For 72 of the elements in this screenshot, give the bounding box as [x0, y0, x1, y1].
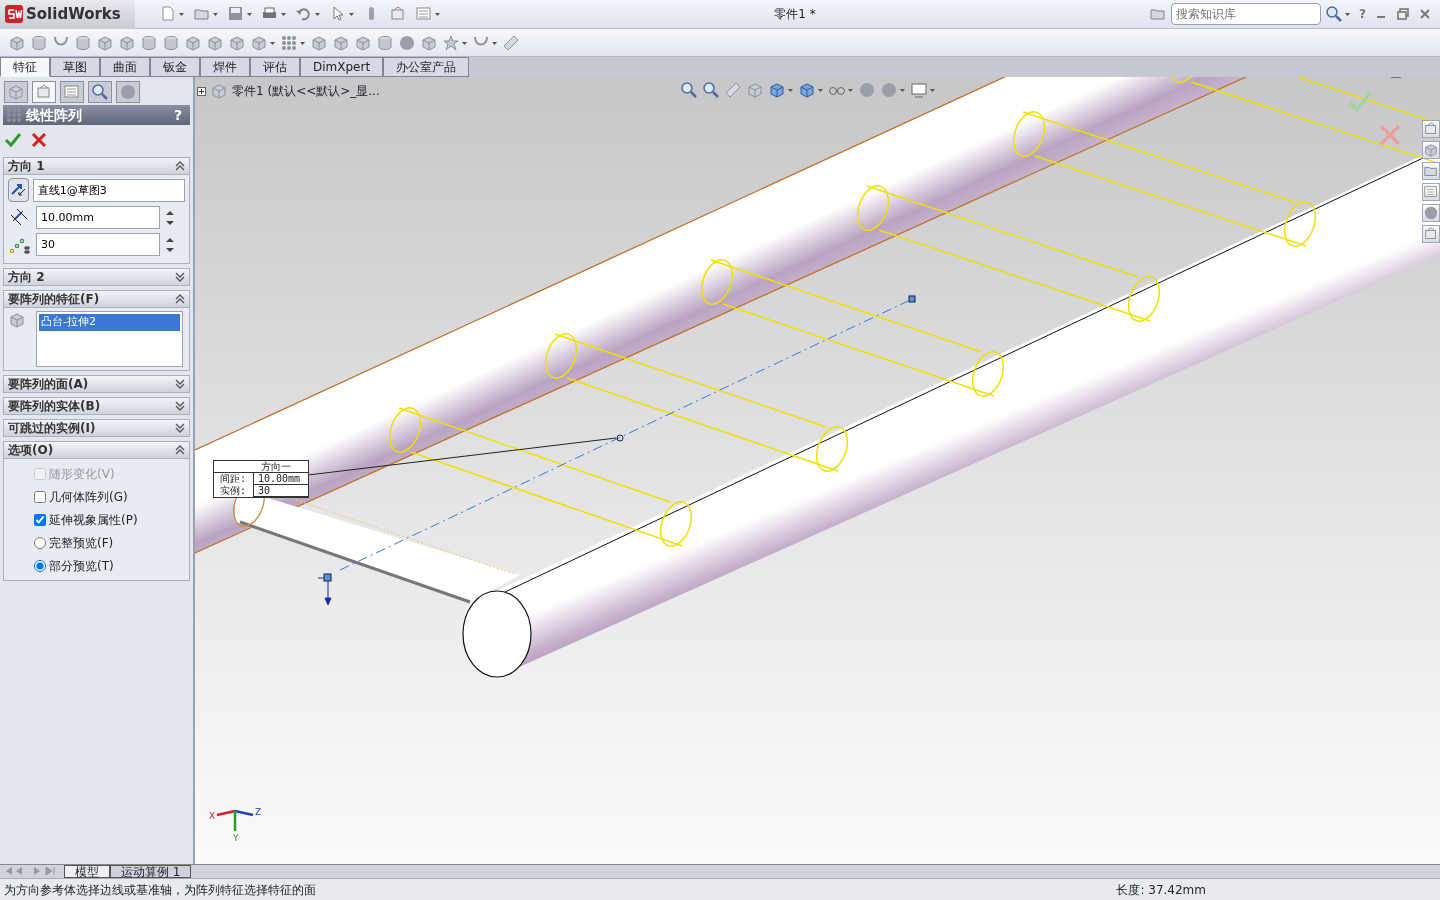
collapse-chevron-icon[interactable] — [175, 445, 185, 455]
checkbox-label: 延伸视象属性(P) — [49, 511, 138, 529]
callout-value[interactable]: 10.00mm — [254, 473, 308, 485]
zoom-area-icon[interactable] — [702, 81, 720, 99]
property-manager-icon[interactable] — [32, 81, 56, 103]
undo-icon[interactable] — [295, 5, 321, 23]
checkbox-label: 随形变化(V) — [49, 465, 115, 483]
callout-title: 方向一 — [214, 461, 308, 473]
length-readout: 长度: 37.42mm — [1116, 881, 1206, 899]
instances-field[interactable]: 30 — [36, 233, 160, 256]
close-icon[interactable] — [1418, 7, 1432, 21]
section-title[interactable]: 方向 1 — [8, 157, 45, 175]
list-icon[interactable] — [415, 5, 441, 23]
command-tab[interactable]: 评估 — [250, 57, 300, 77]
command-tab[interactable]: 曲面 — [100, 57, 150, 77]
feature-list[interactable]: 凸台-拉伸2 — [36, 311, 183, 367]
direction-button[interactable] — [8, 178, 29, 202]
reference-field[interactable]: 直线1@草图3 — [32, 178, 185, 202]
spacing-field[interactable]: 10.00mm — [36, 206, 160, 229]
zoom-to-fit-icon[interactable] — [680, 81, 698, 99]
feature-tree-label[interactable]: 零件1 (默认<<默认>_显... — [232, 82, 380, 100]
command-tab[interactable]: 特征 — [0, 57, 50, 77]
reference-geometry-icon[interactable] — [442, 33, 468, 52]
restore-icon[interactable] — [1396, 7, 1410, 21]
help-button[interactable]: ? — [173, 104, 182, 126]
linear-pattern-icon[interactable] — [280, 33, 306, 52]
section-title[interactable]: 方向 2 — [8, 268, 45, 286]
checkbox[interactable] — [34, 513, 46, 526]
command-tab[interactable]: 办公室产品 — [383, 57, 470, 77]
bottom-tab[interactable]: 运动算例 1 — [110, 865, 192, 878]
checkbox[interactable] — [34, 490, 46, 503]
search-icon[interactable] — [1325, 5, 1352, 23]
collapse-chevron-icon[interactable] — [175, 294, 185, 304]
radio-label: 完整预览(F) — [49, 534, 114, 552]
view-settings-icon[interactable] — [910, 81, 936, 99]
expand-chevron-icon[interactable] — [175, 423, 185, 433]
bottom-tab[interactable]: 模型 — [64, 865, 110, 878]
app-logo-text: SolidWorks — [26, 3, 121, 25]
linear-pattern-icon — [5, 106, 23, 124]
radio-button[interactable] — [34, 559, 46, 572]
save-icon[interactable] — [227, 5, 253, 23]
callout-label: 实例: — [214, 485, 254, 497]
expand-chevron-icon[interactable] — [175, 272, 185, 282]
search-field[interactable]: 搜索知识库 — [1171, 3, 1322, 25]
new-document-icon[interactable] — [159, 5, 185, 23]
logo-icon — [4, 4, 24, 24]
ok-icon[interactable] — [4, 131, 22, 149]
view-orientation-icon[interactable] — [768, 81, 794, 99]
window-title: 零件1 * — [774, 6, 816, 23]
part-icon — [210, 82, 228, 100]
status-message: 为方向参考体选择边线或基准轴，为阵列特征选择特征的面 — [4, 881, 316, 899]
direction-arrow-icon[interactable] — [317, 573, 332, 606]
axis-triad-drawing: X Z Y — [207, 799, 267, 844]
expand-chevron-icon[interactable] — [175, 379, 185, 389]
folder-icon[interactable] — [1422, 162, 1440, 180]
callout-label: 间距: — [214, 473, 254, 485]
command-tab[interactable]: 钣金 — [150, 57, 200, 77]
callout-value[interactable]: 30 — [254, 485, 308, 497]
checkbox-label: 几何体阵列(G) — [49, 488, 128, 506]
expand-chevron-icon[interactable] — [175, 401, 185, 411]
panel-title: 线性阵列 — [26, 105, 83, 125]
cancel-icon[interactable] — [30, 131, 48, 149]
collapse-chevron-icon[interactable] — [175, 161, 185, 171]
command-tab[interactable]: 草图 — [50, 57, 100, 77]
expand-icon[interactable] — [197, 86, 206, 96]
radio-label: 部分预览(T) — [49, 557, 114, 575]
command-tab[interactable]: DimXpert — [300, 57, 384, 77]
help-button[interactable]: ? — [1359, 5, 1366, 23]
list-item[interactable]: 凸台-拉伸2 — [39, 314, 180, 331]
command-tab[interactable]: 焊件 — [200, 57, 250, 77]
endpoint-handle[interactable] — [908, 295, 916, 303]
radio-button[interactable] — [34, 536, 46, 549]
